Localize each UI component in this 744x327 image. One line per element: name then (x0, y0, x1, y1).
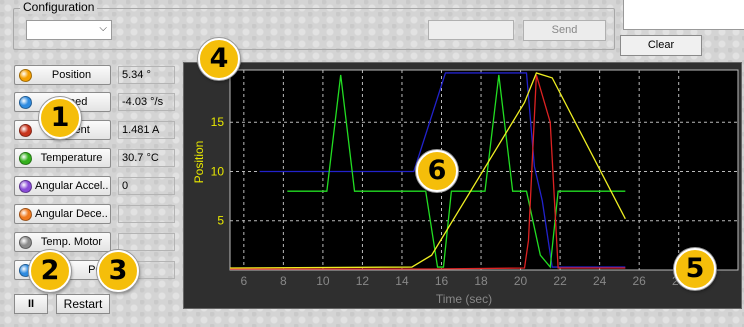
x-tick-label: 20 (514, 274, 528, 288)
y-tick-label: 10 (211, 164, 225, 178)
callout-badge: 4 (198, 38, 240, 80)
channel-label: Position (51, 69, 92, 81)
x-axis-label: Time (sec) (436, 292, 492, 306)
channel-color-icon (19, 69, 32, 82)
channel-button-temperature[interactable]: Temperature (14, 148, 111, 168)
channel-value-angular-acceleration: 0 (118, 177, 175, 195)
channel-color-icon (19, 208, 32, 221)
channel-value-temp-motor (118, 233, 175, 251)
position-chart: 681012141618202224262851015Time (sec)Pos… (192, 69, 739, 306)
clear-button[interactable]: Clear (620, 35, 702, 56)
channel-color-icon (19, 236, 32, 249)
callout-badge: 1 (39, 97, 81, 139)
restart-button[interactable]: Restart (56, 294, 110, 314)
channel-label: Temp. Motor (40, 236, 103, 248)
callout-badge: 5 (674, 248, 716, 290)
x-tick-label: 24 (593, 274, 607, 288)
channel-button-angular-deceleration[interactable]: Angular Dece... (14, 204, 111, 224)
channel-color-icon (19, 152, 32, 165)
x-tick-label: 18 (474, 274, 488, 288)
channel-value-current: 1.481 A (118, 121, 175, 139)
send-input[interactable] (428, 20, 514, 40)
x-tick-label: 26 (632, 274, 646, 288)
x-tick-label: 22 (553, 274, 567, 288)
channel-value-speed: -4.03 °/s (118, 93, 175, 111)
x-tick-label: 14 (395, 274, 409, 288)
channel-color-icon (19, 96, 32, 109)
channel-color-icon (19, 180, 32, 193)
channel-value-temperature: 30.7 °C (118, 149, 175, 167)
channel-button-position[interactable]: Position (14, 65, 111, 85)
y-axis-label: Position (192, 141, 206, 184)
callout-badge: 2 (29, 250, 71, 292)
channel-label: Angular Dece... (35, 208, 108, 220)
x-tick-label: 16 (435, 274, 449, 288)
x-tick-label: 6 (240, 274, 247, 288)
channel-button-angular-acceleration[interactable]: Angular Accel... (14, 176, 111, 196)
channel-label: Angular Accel... (35, 180, 108, 192)
x-tick-label: 12 (356, 274, 370, 288)
pause-button[interactable]: II (14, 294, 48, 314)
channel-color-icon (19, 124, 32, 137)
callout-badge: 3 (97, 250, 139, 292)
chevron-down-icon: ⌵ (99, 23, 107, 34)
x-tick-label: 10 (316, 274, 330, 288)
y-tick-label: 15 (211, 115, 225, 129)
x-tick-label: 8 (280, 274, 287, 288)
output-box (623, 0, 744, 30)
channel-value-angular-deceleration (118, 205, 175, 223)
configuration-label: Configuration (20, 0, 98, 14)
channel-value-position: 5.34 ° (118, 66, 175, 84)
chart-panel: 681012141618202224262851015Time (sec)Pos… (183, 62, 742, 309)
callout-badge: 6 (416, 150, 458, 192)
y-tick-label: 5 (217, 214, 224, 228)
channel-label: Temperature (40, 152, 103, 164)
channel-button-temp-motor[interactable]: Temp. Motor (14, 232, 111, 252)
configuration-select[interactable]: ⌵ (26, 20, 112, 40)
send-button[interactable]: Send (523, 20, 606, 41)
